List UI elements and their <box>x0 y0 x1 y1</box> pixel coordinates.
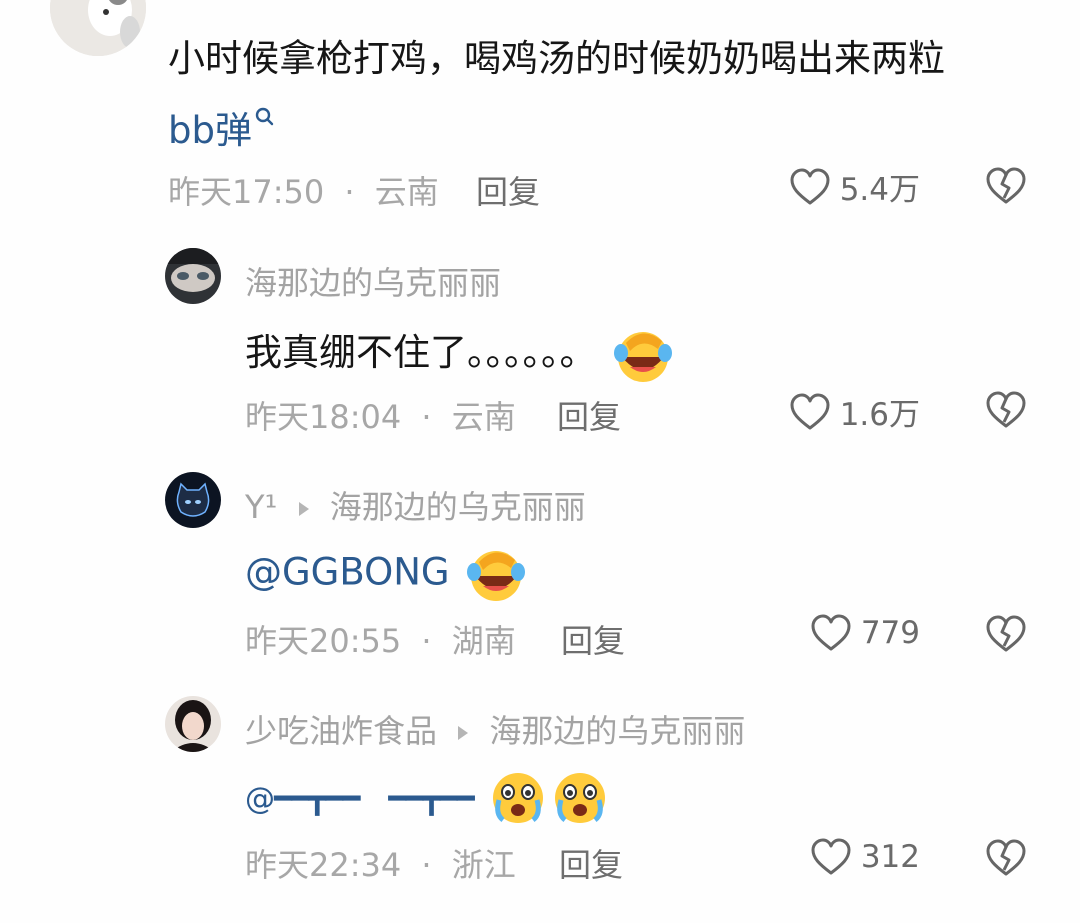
comment-meta: 昨天22:34 · 浙江 <box>245 840 516 886</box>
comment-time: 昨天20:55 <box>245 622 402 660</box>
comment-time: 昨天17:50 <box>168 173 325 211</box>
meta-separator: · <box>421 846 432 884</box>
avatar-image <box>165 248 221 304</box>
comment-time: 昨天18:04 <box>245 398 402 436</box>
comment-meta: 昨天20:55 · 湖南 <box>245 616 516 662</box>
reply-arrow-icon <box>455 723 471 743</box>
comment-meta: 昨天17:50 · 云南 <box>168 167 439 213</box>
dislike-broken-heart-icon[interactable] <box>984 166 1028 206</box>
avatar-image <box>165 696 221 752</box>
comment-user-line: 少吃油炸食品 海那边的乌克丽丽 <box>245 706 745 752</box>
reply-arrow-icon <box>296 499 312 519</box>
search-link[interactable]: bb弹 <box>168 109 252 152</box>
like-button[interactable]: 779 <box>809 613 920 653</box>
comment-username[interactable]: 海那边的乌克丽丽 <box>245 258 501 304</box>
reply-to-username[interactable]: 海那边的乌克丽丽 <box>489 712 745 750</box>
like-button[interactable]: 5.4万 <box>788 164 920 209</box>
reply-button[interactable]: 回复 <box>559 840 623 886</box>
like-button[interactable]: 312 <box>809 837 920 877</box>
comment-link-line: bb弹 <box>168 100 276 154</box>
avatar-cat[interactable] <box>50 0 146 56</box>
dislike-broken-heart-icon[interactable] <box>984 614 1028 654</box>
avatar-image <box>165 472 221 528</box>
reply-to-username[interactable]: 海那边的乌克丽丽 <box>330 488 586 526</box>
reply-button[interactable]: 回复 <box>476 167 540 213</box>
comment-time: 昨天22:34 <box>245 846 402 884</box>
comment-text-line: @━━┳━━ ━━┳━━ <box>245 770 611 826</box>
reply-button[interactable]: 回复 <box>561 616 625 662</box>
reply-button[interactable]: 回复 <box>557 392 621 438</box>
comment-location: 云南 <box>451 398 516 436</box>
like-heart-icon <box>788 392 832 432</box>
meta-separator: · <box>344 173 355 211</box>
dislike-broken-heart-icon[interactable] <box>984 390 1028 430</box>
like-count: 779 <box>860 615 920 651</box>
search-icon[interactable] <box>254 106 276 128</box>
like-heart-icon <box>809 613 853 653</box>
teary-awe-emoji <box>487 770 611 826</box>
mention-link[interactable]: @GGBONG <box>245 551 450 594</box>
comment-meta: 昨天18:04 · 云南 <box>245 392 516 438</box>
like-count: 312 <box>860 839 920 875</box>
comment-text: 我真绷不住了。。。。。。 <box>245 331 597 374</box>
like-heart-icon <box>809 837 853 877</box>
comment-user-line: Y¹ 海那边的乌克丽丽 <box>245 482 586 528</box>
like-count: 1.6万 <box>839 397 920 433</box>
comment-text-line: 我真绷不住了。。。。。。 <box>245 322 674 383</box>
comment-text: 小时候拿枪打鸡，喝鸡汤的时候奶奶喝出来两粒 <box>168 37 945 80</box>
like-heart-icon <box>788 167 832 207</box>
comment-username[interactable]: 少吃油炸食品 <box>245 712 437 750</box>
meta-separator: · <box>421 622 432 660</box>
comment-username[interactable]: Y¹ <box>245 488 277 526</box>
like-button[interactable]: 1.6万 <box>788 389 920 434</box>
like-count: 5.4万 <box>839 172 920 208</box>
facepalm-laugh-emoji <box>612 327 674 383</box>
dislike-broken-heart-icon[interactable] <box>984 838 1028 878</box>
meta-separator: · <box>421 398 432 436</box>
comment-location: 云南 <box>374 173 439 211</box>
comment-location: 浙江 <box>451 846 516 884</box>
facepalm-laugh-emoji <box>465 546 527 602</box>
comment-text-line: @GGBONG <box>245 546 527 602</box>
avatar-user[interactable] <box>165 696 221 752</box>
avatar-user[interactable] <box>165 472 221 528</box>
cat-avatar-image <box>50 0 146 56</box>
avatar-user[interactable] <box>165 248 221 304</box>
mention-link[interactable]: @━━┳━━ ━━┳━━ <box>245 782 475 817</box>
comment-location: 湖南 <box>451 622 516 660</box>
